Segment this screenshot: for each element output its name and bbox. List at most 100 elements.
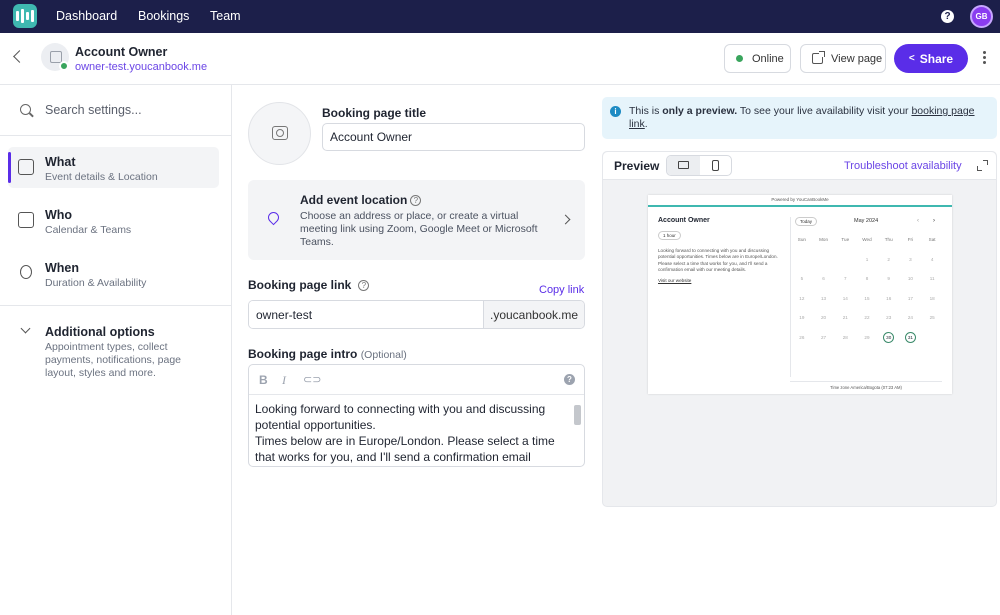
expand-icon[interactable] — [977, 160, 988, 171]
calendar-date: 5 — [800, 276, 804, 281]
calendar-date: 7 — [844, 276, 847, 281]
optional-tag: (Optional) — [360, 349, 407, 361]
sidebar-divider — [0, 305, 231, 306]
link-icon[interactable]: ⊂⊃ — [303, 373, 321, 386]
sidebar-item-what[interactable]: What Event details & Location — [8, 147, 219, 188]
booking-page-preview: Powered by YouCanBookMe Account Owner 1 … — [648, 195, 952, 394]
preview-calendar: Today May 2024 ‹ › Sun Mon Tue Wed Thu Fri Sat… — [790, 217, 942, 377]
copy-link-button[interactable]: Copy link — [539, 284, 584, 296]
calendar-date: 19 — [799, 315, 805, 320]
preview-panel: Preview Troubleshoot availability Powere… — [602, 151, 997, 507]
calendar-day-header: Wed — [862, 237, 872, 242]
online-status-dot — [59, 61, 69, 71]
booking-link-input[interactable] — [249, 301, 483, 328]
online-dot-icon — [736, 55, 743, 62]
calendar-date: 8 — [865, 276, 869, 281]
help-circle-icon[interactable]: ? — [410, 195, 422, 206]
notice-part: . — [644, 118, 648, 130]
nav-team[interactable]: Team — [210, 9, 241, 23]
troubleshoot-availability-link[interactable]: Troubleshoot availability — [844, 160, 962, 172]
calendar-date: 6 — [822, 276, 825, 281]
preview-timezone: Time zone America/Bogota (07:23 AM) — [790, 381, 942, 390]
app-logo[interactable] — [13, 4, 37, 28]
top-nav: Dashboard Bookings Team ? GB — [0, 0, 1000, 33]
calendar-date: 3 — [909, 256, 912, 262]
calendar-date: 13 — [821, 295, 827, 301]
booking-link-label-text: Booking page link — [248, 278, 352, 292]
help-icon[interactable]: ? — [941, 10, 954, 23]
calendar-day-header: Sun — [797, 237, 806, 242]
mobile-view-icon[interactable] — [712, 160, 719, 171]
preview-today-button: Today — [795, 217, 818, 226]
calendar-date: 12 — [799, 295, 805, 301]
powered-by-banner: Powered by YouCanBookMe — [648, 195, 952, 207]
add-location-card[interactable]: Add event location? Choose an address or… — [248, 180, 585, 260]
help-circle-icon[interactable]: ? — [564, 374, 575, 385]
intro-editor[interactable]: B I ⊂⊃ ? Looking forward to connecting w… — [248, 364, 585, 467]
page-photo-upload[interactable] — [248, 102, 311, 165]
calendar-date: 29 — [864, 334, 870, 340]
calendar-day-header: Tue — [841, 237, 850, 242]
preview-label: Preview — [614, 159, 660, 173]
share-icon: < — [908, 53, 915, 64]
external-link-icon — [812, 51, 825, 64]
sidebar-item-subtitle: Duration & Availability — [45, 277, 147, 289]
view-page-button[interactable]: View page — [800, 44, 886, 73]
help-circle-icon[interactable]: ? — [358, 280, 370, 291]
calendar-date: 21 — [842, 315, 848, 320]
account-name: Account Owner — [75, 45, 168, 59]
calendar-date: 15 — [864, 295, 870, 301]
location-description: Choose an address or place, or create a … — [300, 210, 538, 248]
share-label: Share — [919, 51, 954, 66]
chevron-down-icon[interactable] — [20, 323, 31, 334]
preview-duration: 1 hour — [658, 231, 681, 240]
calendar-date — [791, 255, 813, 264]
share-button[interactable]: < Share — [894, 44, 968, 73]
device-toggle — [666, 155, 732, 176]
calendar-day-header: Sat — [928, 237, 936, 242]
online-toggle-button[interactable]: Online — [724, 44, 791, 73]
user-avatar[interactable]: GB — [970, 5, 993, 28]
italic-icon[interactable]: I — [282, 373, 286, 388]
nav-bookings[interactable]: Bookings — [138, 9, 189, 23]
additional-options-title[interactable]: Additional options — [45, 325, 155, 339]
preview-website-link: Visit our website — [658, 278, 692, 284]
id-card-icon — [18, 159, 34, 175]
calendar-date: 2 — [887, 256, 890, 262]
calendar-date: 26 — [799, 334, 805, 340]
desktop-view-button[interactable] — [667, 156, 700, 175]
booking-title-input[interactable]: Account Owner — [322, 123, 585, 151]
calendar-date: 31 — [904, 331, 916, 343]
preview-prev-icon: ‹ — [917, 218, 919, 224]
calendar-date: 27 — [821, 334, 827, 340]
intro-paragraph: Times below are in Europe/London. Please… — [255, 434, 555, 464]
search-settings-input[interactable] — [45, 100, 215, 120]
monitor-icon — [678, 161, 689, 169]
calendar-date: 9 — [887, 276, 890, 281]
calendar-date: 17 — [907, 295, 913, 301]
sidebar-item-title: When — [45, 261, 80, 275]
calendar-date: 16 — [886, 295, 892, 301]
intro-label: Booking page intro (Optional) — [248, 347, 407, 361]
preview-title: Account Owner — [658, 217, 710, 224]
preview-calendar-grid: Sun Mon Tue Wed Thu Fri Sat 1 2 3 4 5 6 7 8 9 10 11 12 13 14… — [791, 235, 943, 343]
editor-scrollbar[interactable] — [574, 405, 581, 425]
booking-link-suffix: .youcanbook.me — [483, 301, 584, 328]
notice-bold: only a preview. — [662, 105, 738, 117]
sidebar-item-who[interactable]: Who Calendar & Teams — [8, 200, 219, 241]
nav-dashboard[interactable]: Dashboard — [56, 9, 117, 23]
calendar-day-header: Mon — [819, 237, 829, 242]
notice-part: To see your live availability visit your — [737, 105, 912, 117]
calendar-day-header: Thu — [884, 237, 893, 242]
calendar-date: 10 — [907, 276, 913, 281]
calendar-date: 18 — [929, 295, 935, 301]
back-chevron-icon[interactable] — [13, 50, 26, 63]
bold-icon[interactable]: B — [259, 373, 268, 387]
intro-textarea[interactable]: Looking forward to connecting with you a… — [255, 401, 565, 465]
search-icon — [20, 104, 31, 115]
calendar-date: 22 — [864, 315, 870, 320]
sidebar-item-when[interactable]: When Duration & Availability — [8, 253, 219, 294]
search-bar — [0, 85, 231, 136]
account-url[interactable]: owner-test.youcanbook.me — [75, 61, 207, 73]
more-options-icon[interactable] — [983, 51, 986, 66]
